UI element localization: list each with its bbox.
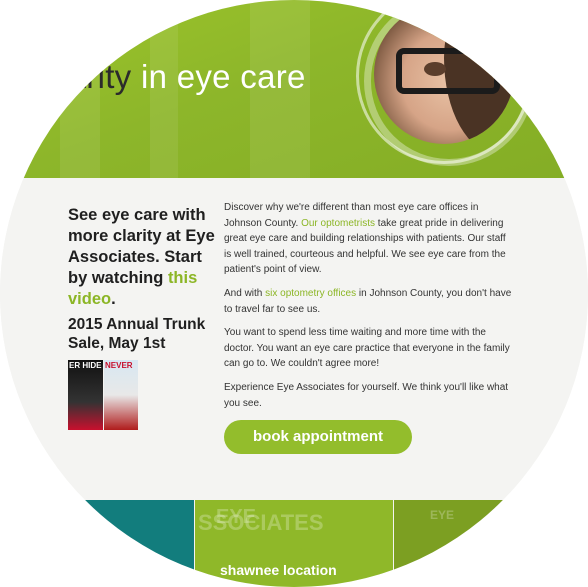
magazine-cover: ER HIDE [68,360,103,430]
offices-link[interactable]: six optometry offices [265,288,356,299]
magazine-thumbnail[interactable]: ER HIDE NEVER [68,360,138,430]
optometrists-link[interactable]: Our optometrists [301,218,375,229]
intro-lead-period: . [111,290,116,308]
hero-headline-light: in eye care [131,58,306,95]
magazine-title: NEVER [105,361,133,370]
paragraph-text: And with [224,288,266,299]
hero-headline: larity in eye care [60,58,306,96]
tile-watermark: SSOCIATES [198,510,324,535]
paragraph-differences: Discover why we're different than most e… [224,200,514,278]
shawnee-location-label[interactable]: shawnee location [220,562,337,578]
hero-banner: larity in eye care [0,0,588,178]
intro-lead: See eye care with more clarity at Eye As… [68,205,218,310]
hero-headline-dark: larity [60,58,132,95]
trunk-sale-link[interactable]: 2015 Annual Trunk Sale, May 1st [68,315,218,353]
location-tile[interactable]: ES [0,500,194,587]
tile-watermark: EYE [430,508,455,522]
magazine-title: ER HIDE [69,361,102,370]
book-appointment-button[interactable]: book appointment [224,420,412,454]
paragraph-waiting: You want to spend less time waiting and … [224,327,510,369]
paragraph-experience: Experience Eye Associates for yourself. … [224,382,509,409]
location-tile[interactable] [394,500,588,587]
woman-with-glasses-photo [374,4,514,144]
magazine-cover: NEVER [104,360,138,430]
tile-watermark: ES [62,540,87,560]
glasses-icon [396,48,500,94]
paragraph-offices: And with six optometry offices in Johnso… [224,286,514,317]
circular-frame: larity in eye care See eye care with mor… [0,0,588,587]
